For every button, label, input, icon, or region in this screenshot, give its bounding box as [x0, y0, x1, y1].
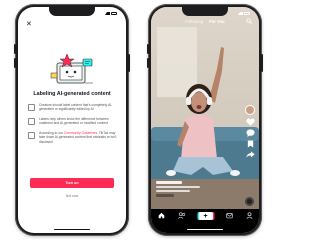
volume-button [14, 58, 16, 68]
description-line [156, 186, 200, 188]
friends-icon [177, 212, 185, 219]
signal-icon [238, 11, 243, 15]
video-caption [156, 181, 237, 197]
signal-icon [105, 11, 110, 15]
page-title: Labeling AI-generated content [33, 91, 111, 97]
bookmark-icon [247, 140, 253, 148]
not-now-link[interactable]: Not now [18, 194, 126, 198]
tab-for-you[interactable]: For You [209, 19, 224, 24]
notch [49, 7, 95, 16]
music-disc-icon[interactable] [245, 197, 254, 206]
username[interactable] [156, 181, 182, 184]
status-icons [105, 11, 117, 15]
label-icon [28, 104, 35, 111]
home-icon [158, 212, 164, 219]
nav-home[interactable] [158, 212, 165, 219]
right-screen: Following For You + [151, 7, 259, 233]
left-phone: ✕ Labeling AI-generated content Creators… [14, 4, 130, 236]
tab-following[interactable]: Following [185, 19, 203, 24]
share-icon [245, 151, 255, 158]
create-icon: + [198, 212, 213, 220]
volume-button [147, 44, 149, 54]
search-icon[interactable] [246, 18, 252, 24]
info-text: Labels help others know the difference b… [39, 117, 109, 126]
nav-profile[interactable] [245, 212, 253, 219]
ai-generated-label[interactable] [156, 193, 174, 197]
notch [182, 7, 228, 16]
info-list: Creators should label content that's com… [28, 103, 118, 150]
heart-icon [245, 118, 255, 126]
power-button [128, 54, 130, 72]
action-rail [245, 105, 255, 158]
document-icon [28, 132, 35, 140]
nav-inbox[interactable] [225, 212, 233, 219]
turn-on-button[interactable]: Turn on [30, 178, 114, 188]
bookmark-button[interactable] [247, 140, 254, 148]
video-frame[interactable] [151, 7, 259, 233]
like-button[interactable] [245, 118, 255, 126]
power-button [261, 54, 263, 72]
list-item: Labels help others know the difference b… [28, 117, 118, 125]
volume-button [14, 44, 16, 54]
list-item: Creators should label content that's com… [28, 103, 118, 111]
comment-button[interactable] [245, 129, 255, 137]
info-text: According to our Community Guidelines, T… [39, 131, 118, 143]
nav-friends[interactable] [177, 212, 186, 219]
list-item: According to our Community Guidelines, T… [28, 131, 118, 144]
share-button[interactable] [245, 151, 255, 158]
right-phone: Following For You + [147, 4, 263, 236]
ai-label-illustration [50, 53, 93, 84]
close-icon[interactable]: ✕ [26, 21, 32, 28]
feed-tabs: Following For You [151, 19, 259, 24]
inbox-icon [225, 213, 233, 219]
status-icons [238, 11, 250, 15]
home-indicator [187, 228, 223, 230]
tag-icon [28, 118, 35, 126]
left-screen: ✕ Labeling AI-generated content Creators… [18, 7, 126, 233]
battery-icon [244, 11, 250, 15]
nav-create[interactable]: + [198, 212, 213, 220]
battery-icon [111, 11, 117, 15]
avatar[interactable] [245, 105, 255, 115]
volume-button [147, 58, 149, 68]
info-text: Creators should label content that's com… [39, 103, 113, 112]
description-line [156, 189, 190, 192]
home-indicator [54, 228, 90, 230]
comment-icon [245, 129, 255, 137]
profile-icon [245, 212, 253, 219]
